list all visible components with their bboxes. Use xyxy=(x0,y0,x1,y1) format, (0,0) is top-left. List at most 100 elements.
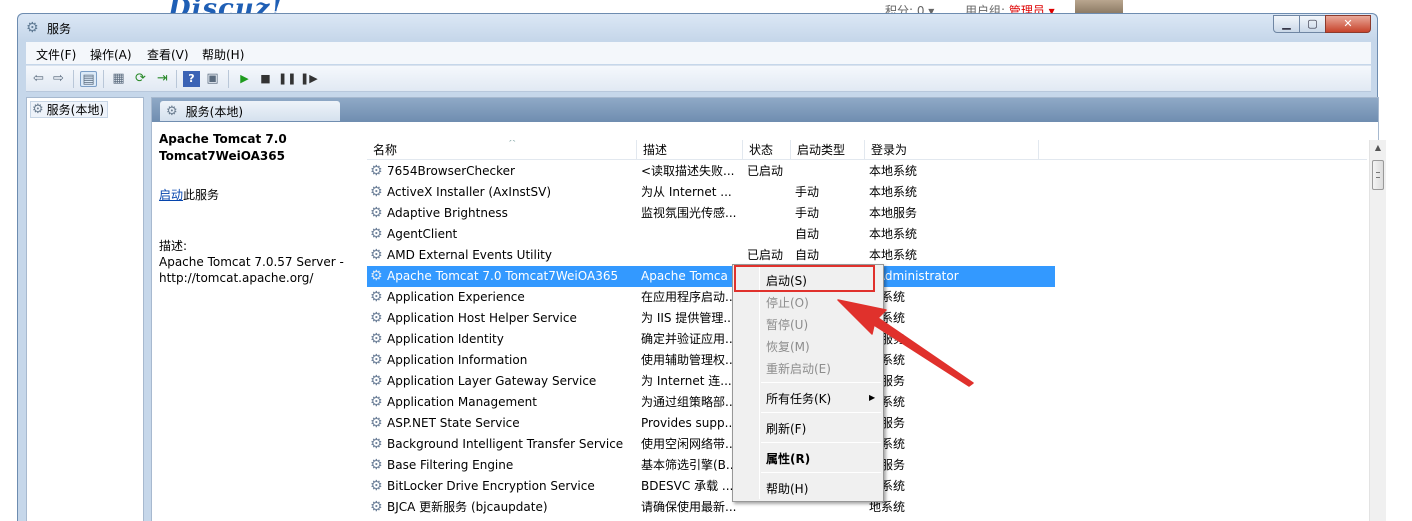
table-row[interactable]: ⚙ BitLocker Drive Encryption Service BDESV… xyxy=(367,476,1055,497)
start-service-icon[interactable]: ▶ xyxy=(236,71,253,87)
table-row[interactable]: ⚙ AMD External Events Utility 已启动 自动 本地系统 xyxy=(367,245,1055,266)
scroll-grip-icon xyxy=(1376,172,1380,178)
table-row[interactable]: ⚙ Adaptive Brightness 监视氛围光传感... 手动 本地服务 xyxy=(367,203,1055,224)
menu-separator xyxy=(761,442,881,443)
service-description: 为 IIS 提供管理... xyxy=(641,311,735,325)
table-row[interactable]: ⚙ Apache Tomcat 7.0 Tomcat7WeiOA365 Apache… xyxy=(367,266,1055,287)
submenu-arrow-icon: ▶ xyxy=(869,393,876,402)
service-log-on-as: 本地系统 xyxy=(869,227,918,241)
service-description: 为从 Internet ... xyxy=(641,185,732,199)
table-row[interactable]: ⚙ BJCA 更新服务 (bjcaupdate) 请确保使用最新... 地系统 xyxy=(367,497,1055,518)
column-header-startup-type[interactable]: 启动类型 xyxy=(791,140,865,160)
sort-ascending-icon: ^ xyxy=(508,140,517,149)
service-log-on-as: 地系统 xyxy=(869,395,906,409)
table-row[interactable]: ⚙ Application Management 为通过组策略部... 地系统 xyxy=(367,392,1055,413)
service-gear-icon: ⚙ xyxy=(370,499,383,515)
scroll-thumb[interactable] xyxy=(1372,160,1384,190)
column-header-name[interactable]: 名称 ^ xyxy=(367,140,637,160)
table-row[interactable]: ⚙ Application Identity 确定并验证应用... 地服务 xyxy=(367,329,1055,350)
vertical-scrollbar[interactable]: ▲ xyxy=(1369,140,1386,521)
menu-item-refresh[interactable]: 刷新(F) xyxy=(766,420,806,437)
menu-separator xyxy=(761,382,881,383)
service-log-on-as: 地服务 xyxy=(869,374,906,388)
menu-separator xyxy=(761,412,881,413)
start-service-link[interactable]: 启动 xyxy=(159,188,183,202)
service-startup-type: 自动 xyxy=(795,248,820,262)
column-header-label: 登录为 xyxy=(871,143,908,157)
window-controls: ▁ ▢ ✕ xyxy=(1273,15,1371,33)
column-header-log-on-as[interactable]: 登录为 xyxy=(865,140,1039,160)
service-name: Application Host Helper Service xyxy=(387,311,577,325)
menu-action[interactable]: 操作(A) xyxy=(90,46,132,63)
stop-service-icon[interactable]: ■ xyxy=(257,71,274,87)
menu-file[interactable]: 文件(F) xyxy=(36,46,76,63)
menu-item-resume: 恢复(M) xyxy=(766,340,810,354)
table-row[interactable]: ⚙ 7654BrowserChecker <读取描述失败... 已启动 本地系统 xyxy=(367,161,1055,182)
service-gear-icon: ⚙ xyxy=(370,457,383,473)
service-name: AgentClient xyxy=(387,227,458,241)
close-button[interactable]: ✕ xyxy=(1325,15,1371,33)
properties-icon[interactable]: ▦ xyxy=(110,71,127,87)
table-row[interactable]: ⚙ ASP.NET State Service Provides supp... 地服… xyxy=(367,413,1055,434)
service-log-on-as: 本地服务 xyxy=(869,206,918,220)
service-name: ActiveX Installer (AxInstSV) xyxy=(387,185,552,199)
restart-service-icon[interactable]: ❚▶ xyxy=(300,71,318,87)
description-panel: Apache Tomcat 7.0 Tomcat7WeiOA365 启动此服务 … xyxy=(159,131,359,285)
service-gear-icon: ⚙ xyxy=(370,310,383,326)
service-description: 使用辅助管理权... xyxy=(641,353,737,367)
table-row[interactable]: ⚙ Application Information 使用辅助管理权... 地系统 xyxy=(367,350,1055,371)
menu-view[interactable]: 查看(V) xyxy=(147,46,189,63)
back-icon[interactable]: ⇦ xyxy=(30,71,47,87)
column-header-label: 启动类型 xyxy=(797,143,846,157)
service-description: <读取描述失败... xyxy=(641,164,735,178)
service-startup-type: 手动 xyxy=(795,185,820,199)
service-description xyxy=(641,224,741,245)
table-row[interactable]: ⚙ Base Filtering Engine 基本筛选引擎(B... 地服务 xyxy=(367,455,1055,476)
menu-item-restart: 重新启动(E) xyxy=(766,362,831,376)
service-log-on-as: 地服务 xyxy=(869,416,906,430)
table-row[interactable]: ⚙ ActiveX Installer (AxInstSV) 为从 Internet… xyxy=(367,182,1055,203)
scroll-up-icon[interactable]: ▲ xyxy=(1370,140,1386,156)
forward-icon[interactable]: ⇨ xyxy=(50,71,67,87)
toolbar-separator xyxy=(73,70,74,88)
table-row[interactable]: ⚙ Application Host Helper Service 为 IIS 提供… xyxy=(367,308,1055,329)
export-list-icon[interactable]: ⇥ xyxy=(154,71,171,87)
service-log-on-as: 地系统 xyxy=(869,290,906,304)
service-gear-icon: ⚙ xyxy=(370,394,383,410)
table-row[interactable]: ⚙ Application Experience 在应用程序启动... 地系统 xyxy=(367,287,1055,308)
column-header-status[interactable]: 状态 xyxy=(743,140,791,160)
service-description xyxy=(641,245,741,266)
service-gear-icon: ⚙ xyxy=(370,226,383,242)
service-gear-icon: ⚙ xyxy=(370,205,383,221)
service-gear-icon: ⚙ xyxy=(370,247,383,263)
pause-service-icon[interactable]: ❚❚ xyxy=(278,71,296,87)
table-row[interactable]: ⚙ Background Intelligent Transfer Service… xyxy=(367,434,1055,455)
service-status xyxy=(747,224,793,245)
main-header-label: 服务(本地) xyxy=(185,104,244,119)
column-header-label: 描述 xyxy=(643,143,668,157)
menu-item-help[interactable]: 帮助(H) xyxy=(766,480,808,497)
menu-item-stop: 停止(O) xyxy=(766,296,809,310)
menu-help[interactable]: 帮助(H) xyxy=(202,46,244,63)
menu-item-properties[interactable]: 属性(R) xyxy=(766,450,810,467)
context-menu: 启动(S) 停止(O) 暂停(U) 恢复(M) 重新启动(E) 所有任务(K) … xyxy=(732,264,884,502)
help-icon[interactable]: ? xyxy=(183,71,200,87)
table-row[interactable]: ⚙ AgentClient 自动 本地系统 xyxy=(367,224,1055,245)
service-name: Application Information xyxy=(387,353,528,367)
maximize-button[interactable]: ▢ xyxy=(1299,15,1326,33)
tree-item-label: 服务(本地) xyxy=(46,103,105,117)
tree-item-services-local[interactable]: ⚙ 服务(本地) xyxy=(30,101,109,118)
column-header-label: 状态 xyxy=(749,143,774,157)
table-row[interactable]: ⚙ Application Layer Gateway Service 为 Inte… xyxy=(367,371,1055,392)
menu-separator xyxy=(761,472,881,473)
minimize-button[interactable]: ▁ xyxy=(1273,15,1300,33)
service-log-on-as: 地系统 xyxy=(869,500,906,514)
refresh-icon[interactable]: ⟳ xyxy=(132,71,149,87)
search-gear-icon: ⚙ xyxy=(166,103,178,119)
service-startup-type: 手动 xyxy=(795,206,820,220)
show-hide-tree-icon[interactable]: ▤ xyxy=(80,71,97,87)
view-icon[interactable]: ▣ xyxy=(204,71,221,87)
column-header-description[interactable]: 描述 xyxy=(637,140,743,160)
menu-item-all-tasks[interactable]: 所有任务(K) xyxy=(766,390,831,407)
service-gear-icon: ⚙ xyxy=(370,163,383,179)
